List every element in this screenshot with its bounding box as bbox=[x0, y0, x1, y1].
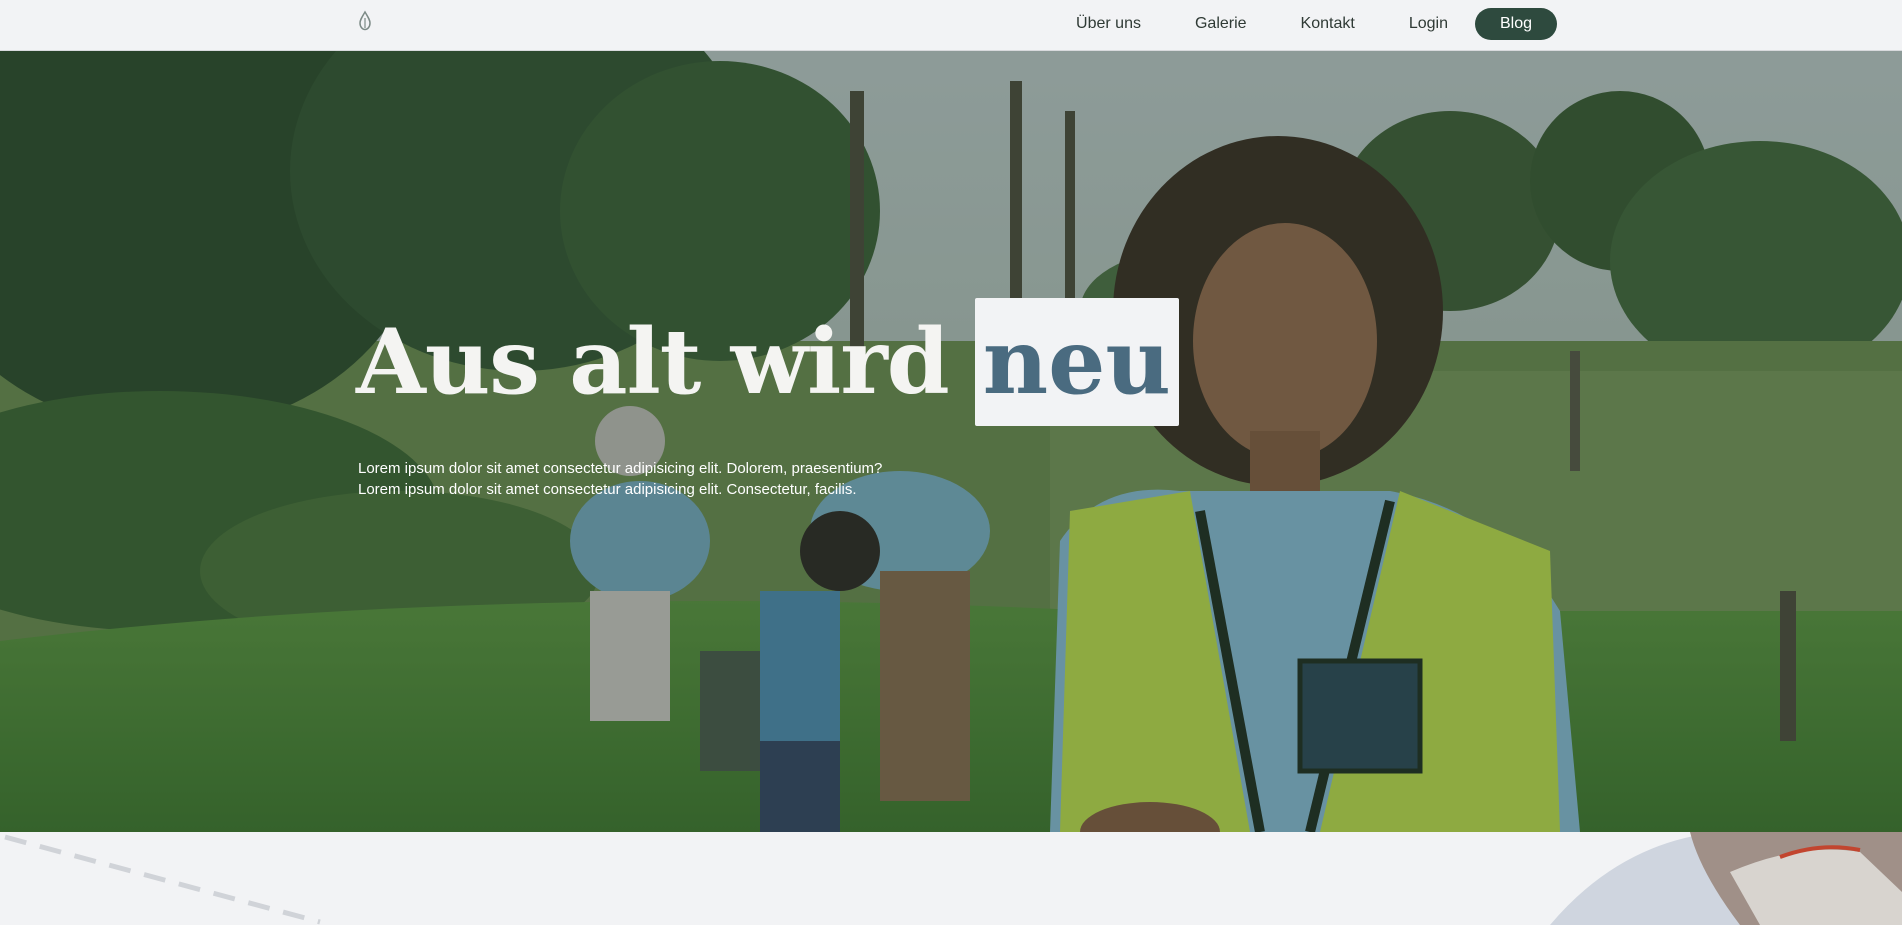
headline-accent-text: neu bbox=[974, 298, 1179, 426]
hero-headline: Aus alt wird neu bbox=[356, 297, 1179, 427]
hero-overlay bbox=[0, 51, 1902, 832]
nav-link-login[interactable]: Login bbox=[1382, 10, 1475, 38]
decorative-shapes bbox=[4, 832, 1902, 925]
main-nav: Über uns Galerie Kontakt Login Blog bbox=[1049, 8, 1557, 40]
nav-link-kontakt[interactable]: Kontakt bbox=[1274, 10, 1382, 38]
next-section-preview bbox=[0, 832, 1902, 925]
hero-subtitle-line-1: Lorem ipsum dolor sit amet consectetur a… bbox=[358, 460, 883, 477]
top-navbar: Über uns Galerie Kontakt Login Blog bbox=[0, 0, 1902, 51]
blog-button[interactable]: Blog bbox=[1474, 8, 1557, 40]
nav-link-ueber-uns[interactable]: Über uns bbox=[1049, 10, 1168, 38]
hero-subtitle: Lorem ipsum dolor sit amet consectetur a… bbox=[358, 458, 882, 500]
nav-link-galerie[interactable]: Galerie bbox=[1168, 10, 1274, 38]
hero-section: Aus alt wird neu Lorem ipsum dolor sit a… bbox=[0, 51, 1902, 832]
hero-subtitle-line-2: Lorem ipsum dolor sit amet consectetur a… bbox=[358, 481, 857, 498]
logo-icon[interactable] bbox=[354, 10, 376, 32]
headline-main-text: Aus alt wird bbox=[356, 309, 950, 415]
